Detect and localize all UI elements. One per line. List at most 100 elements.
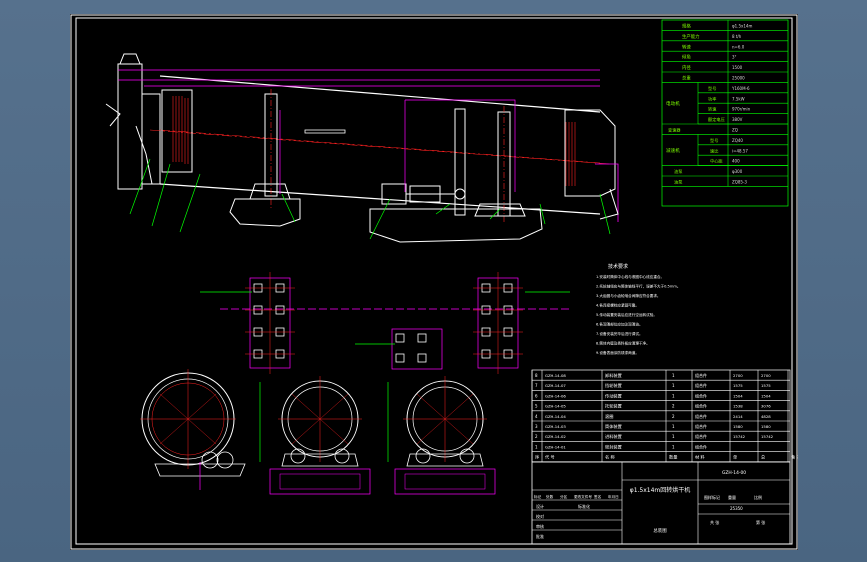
part-material: 组合件 — [695, 413, 707, 419]
motor-value: 7.5kW — [732, 96, 745, 101]
motor-label: 转速 — [708, 106, 717, 113]
note-line: 6.各润滑部位应加注润滑油。 — [596, 322, 643, 327]
parts-header: 材 料 — [695, 454, 706, 461]
part-name: 托轮装置 — [605, 403, 622, 410]
revision-header: 标记 — [534, 494, 542, 499]
part-weight-unit: 2414 — [733, 414, 743, 419]
part-name: 密封装置 — [605, 443, 622, 450]
part-no: 3 — [535, 424, 538, 429]
spec-label: 倾角 — [682, 54, 691, 61]
misc-label: 变速器 — [668, 127, 681, 134]
reducer-label: 中心距 — [710, 158, 723, 165]
part-weight-unit: 15742 — [733, 434, 746, 439]
note-line: 9.设备表面涂防锈漆两道。 — [596, 350, 639, 355]
motor-group: 电动机 — [666, 100, 680, 107]
part-weight-unit: 1580 — [733, 424, 743, 429]
spec-value: 25000 — [732, 76, 745, 81]
spec-label: 内径 — [682, 64, 691, 71]
part-qty: 1 — [672, 424, 675, 429]
part-code: GZH-14-06 — [545, 393, 566, 398]
drawing-canvas[interactable]: 技术要求 1.安装时筒体中心线与滚圈中心线应重合。 2.托轮轴线应与筒体轴线平行，… — [70, 14, 798, 550]
parts-header: 代 号 — [545, 454, 555, 461]
revision-header: 分区 — [560, 494, 568, 499]
part-code: GZH-14-07 — [545, 383, 566, 388]
part-name: 挡轮装置 — [605, 382, 622, 389]
cad-viewport[interactable]: 技术要求 1.安装时筒体中心线与滚圈中心线应重合。 2.托轮轴线应与筒体轴线平行，… — [0, 0, 867, 562]
drawing-number: GZH-14-00 — [722, 470, 746, 476]
revision-header: 更改文件号 — [574, 494, 592, 499]
weight-label: 重量 — [728, 494, 736, 500]
pump-value: φ300 — [732, 169, 743, 174]
part-name: 进料装置 — [605, 433, 622, 440]
stage-label: 图样标记 — [704, 494, 720, 500]
parts-header: 名 称 — [605, 454, 615, 461]
parts-header: 总 — [761, 454, 765, 460]
role-label: 设计 — [536, 503, 544, 509]
spec-label: 总重 — [682, 75, 691, 82]
part-qty: 1 — [672, 383, 675, 388]
title-block: GZH-14-00 φ1.5x14m回转烘干机总装图 图样标记 重量 比例 25350 共 … — [531, 461, 791, 545]
part-no: 2 — [535, 434, 538, 439]
part-no: 1 — [535, 444, 538, 449]
part-material: 组合件 — [695, 433, 707, 439]
part-code: GZH-14-01 — [545, 444, 566, 449]
part-material: 组合件 — [695, 382, 707, 388]
motor-label: 额定电压 — [708, 116, 725, 123]
weight-value: 25350 — [730, 506, 743, 511]
part-qty: 2 — [672, 414, 675, 419]
parts-header: 数量 — [669, 454, 677, 461]
part-code: GZH-14-03 — [545, 424, 566, 429]
part-weight-unit: 1575 — [733, 383, 743, 388]
reducer-value: ZQ40 — [732, 138, 743, 143]
parts-header: 序 — [535, 454, 539, 461]
pump-label: 油泵 — [674, 168, 682, 175]
part-weight-total: 2700 — [761, 373, 771, 378]
motor-value: 970r/min — [732, 107, 751, 112]
drawing-title: φ1.5x14m回转烘干机 — [630, 486, 691, 494]
part-code: GZH-14-08 — [545, 373, 566, 378]
part-weight-total: 1575 — [761, 383, 771, 388]
spec-value: 3° — [732, 55, 737, 60]
note-line: 5.传动装置安装后应进行空运转试验。 — [596, 312, 657, 317]
technical-notes: 技术要求 1.安装时筒体中心线与滚圈中心线应重合。 2.托轮轴线应与筒体轴线平行，… — [596, 263, 680, 355]
part-qty: 1 — [672, 373, 675, 378]
part-name: 筒体装置 — [605, 423, 622, 430]
sheet-count: 共 张 — [710, 519, 719, 525]
spec-value: 8 t/h — [732, 34, 742, 39]
part-no: 5 — [535, 404, 538, 409]
note-line: 2.托轮轴线应与筒体轴线平行，误差不大于0.5mm。 — [596, 284, 680, 289]
part-weight-unit: 1538 — [733, 404, 743, 409]
part-weight-total: 1504 — [761, 393, 771, 398]
drawing-sheet[interactable]: 技术要求 1.安装时筒体中心线与滚圈中心线应重合。 2.托轮轴线应与筒体轴线平行，… — [70, 14, 798, 550]
scale-label: 比例 — [754, 494, 762, 500]
part-name: 卸料装置 — [605, 372, 622, 379]
part-name: 传动装置 — [605, 392, 622, 399]
part-qty: 1 — [672, 444, 675, 449]
motor-label: 型号 — [708, 85, 716, 92]
part-weight-total: 15742 — [761, 434, 774, 439]
reducer-group: 减速机 — [666, 147, 680, 154]
pump-value: ZQ85-3 — [732, 180, 747, 185]
sheet-number: 第 张 — [756, 519, 765, 525]
part-weight-total: 4828 — [761, 414, 771, 419]
section-views — [140, 369, 496, 495]
part-qty: 1 — [672, 393, 675, 398]
motor-value: Y160M-6 — [731, 86, 750, 91]
part-qty: 1 — [672, 434, 675, 439]
misc-value: ZQ — [732, 128, 738, 133]
reducer-value: i=48.57 — [732, 148, 748, 153]
revision-header: 年月日 — [608, 494, 619, 499]
parts-header: 备 注 — [791, 454, 798, 461]
drawing-subtitle: 总装图 — [653, 527, 667, 534]
motor-label: 功率 — [708, 95, 716, 102]
part-qty: 2 — [672, 404, 675, 409]
revision-header: 处数 — [546, 494, 554, 499]
spec-value: n=6.0 — [732, 44, 745, 49]
reducer-value: 400 — [732, 159, 740, 164]
role-label: 审核 — [536, 523, 544, 529]
part-weight-total: 1580 — [761, 424, 771, 429]
part-material: 组合件 — [695, 423, 707, 429]
part-name: 滚圈 — [605, 413, 613, 420]
part-weight-total: 3076 — [761, 404, 771, 409]
revision-header: 签名 — [594, 494, 602, 499]
